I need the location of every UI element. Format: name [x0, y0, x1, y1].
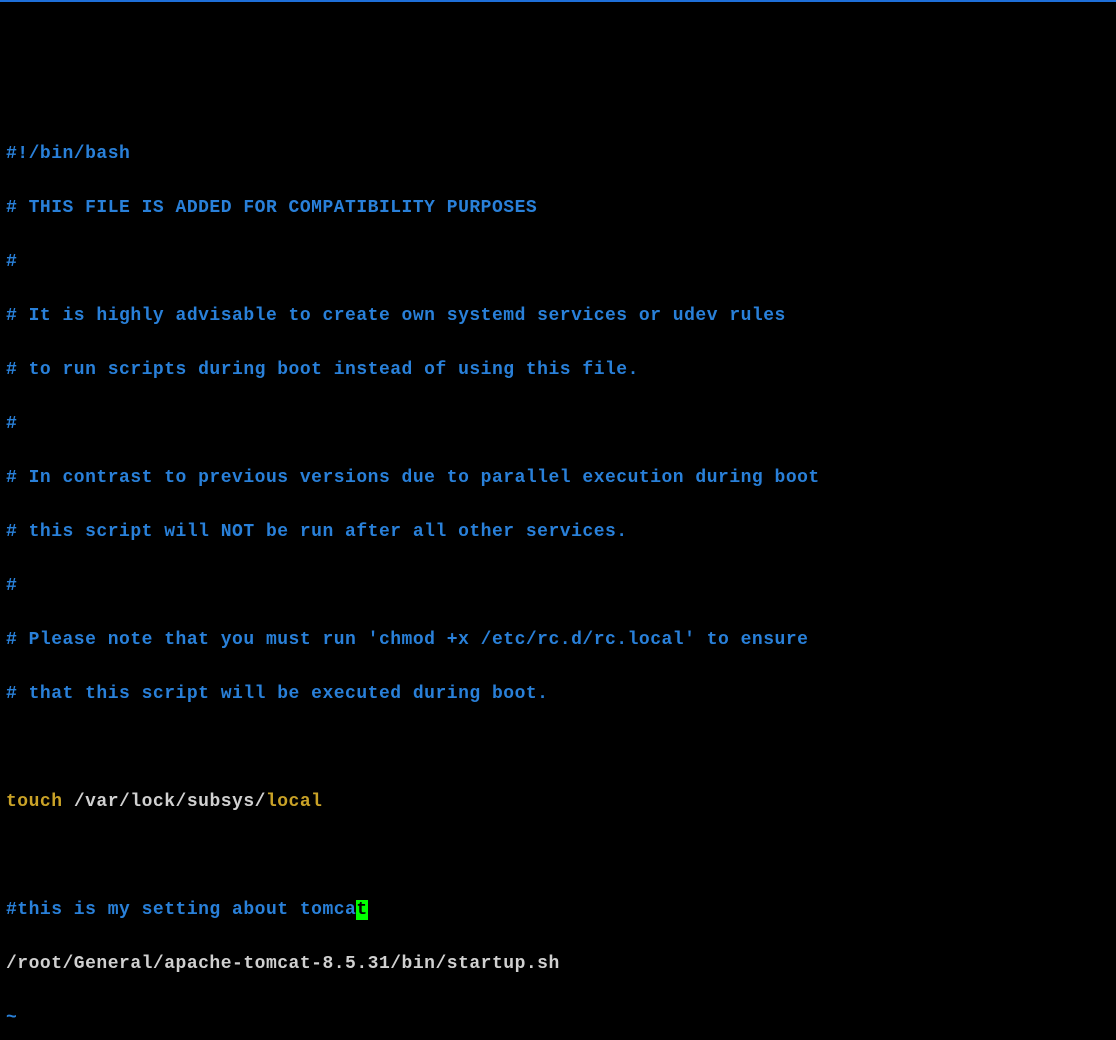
terminal-editor[interactable]: #!/bin/bash # THIS FILE IS ADDED FOR COM…: [6, 114, 1110, 1040]
comment-line: # this script will NOT be run after all …: [6, 519, 1110, 546]
comment-line: #: [6, 411, 1110, 438]
comment-line: # It is highly advisable to create own s…: [6, 303, 1110, 330]
comment-line: #: [6, 573, 1110, 600]
touch-command-line: touch /var/lock/subsys/local: [6, 789, 1110, 816]
blank-line: [6, 735, 1110, 762]
touch-keyword: touch: [6, 792, 63, 812]
comment-line: # THIS FILE IS ADDED FOR COMPATIBILITY P…: [6, 195, 1110, 222]
user-comment-line: #this is my setting about tomcat: [6, 897, 1110, 924]
comment-line: # In contrast to previous versions due t…: [6, 465, 1110, 492]
comment-text: #this is my setting about tomca: [6, 900, 356, 920]
empty-line-tilde: ~: [6, 1005, 1110, 1032]
comment-line: #: [6, 249, 1110, 276]
comment-line: # to run scripts during boot instead of …: [6, 357, 1110, 384]
startup-command-line: /root/General/apache-tomcat-8.5.31/bin/s…: [6, 951, 1110, 978]
cursor: t: [356, 900, 367, 920]
touch-path: /var/lock/subsys/: [63, 792, 266, 812]
comment-line: # Please note that you must run 'chmod +…: [6, 627, 1110, 654]
comment-line: # that this script will be executed duri…: [6, 681, 1110, 708]
touch-local: local: [266, 792, 323, 812]
shebang-line: #!/bin/bash: [6, 141, 1110, 168]
blank-line: [6, 843, 1110, 870]
